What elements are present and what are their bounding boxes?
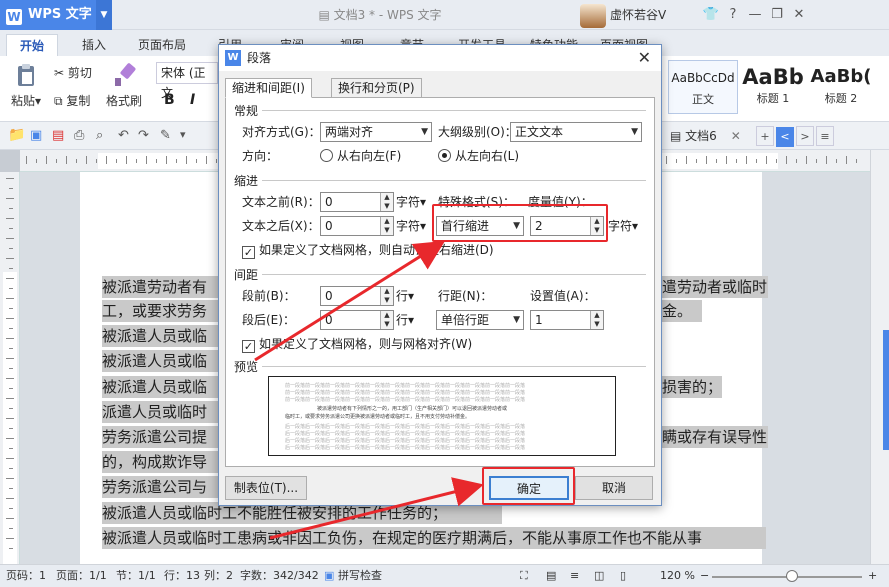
annotation-arrows <box>254 240 484 540</box>
arrow-to-indent <box>254 240 446 362</box>
arrow-to-ok <box>269 477 484 540</box>
tab-indent-spacing[interactable]: 缩进和间距(I) <box>225 78 312 98</box>
